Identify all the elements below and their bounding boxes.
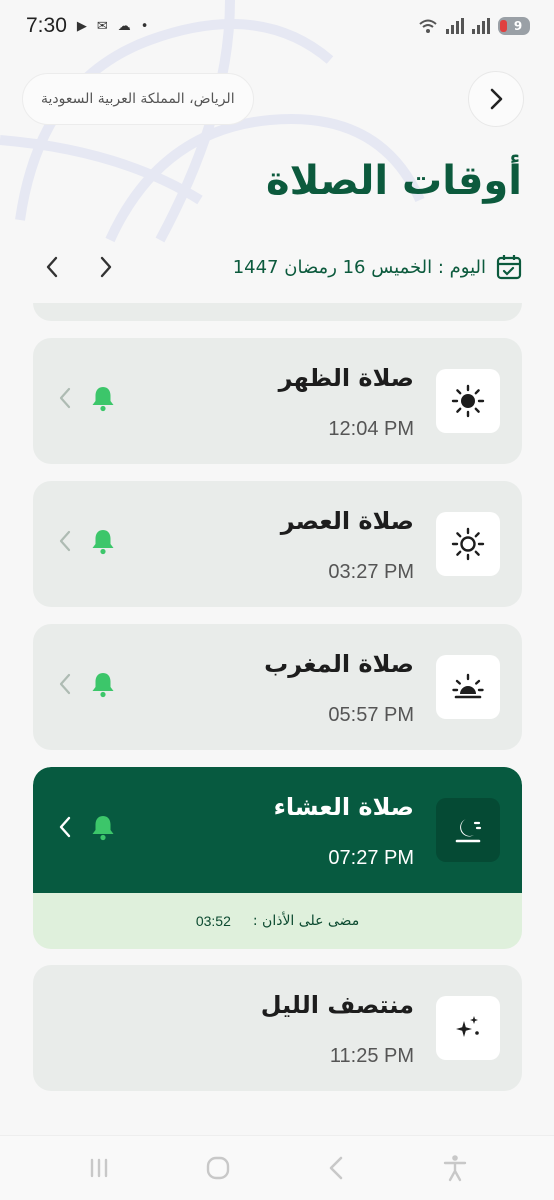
accessibility-button[interactable] [435,1148,475,1188]
signal-icon [472,18,490,34]
page-title: أوقات الصلاة [265,158,522,204]
dot-icon: • [140,18,149,34]
prayer-icon-box [436,512,500,576]
prayer-card-midnight[interactable]: منتصف الليل 11:25 PM [33,965,522,1091]
prayer-card-maghrib[interactable]: صلاة المغرب 05:57 PM [33,624,522,750]
home-icon [206,1156,229,1180]
chevron-left-icon[interactable] [59,530,71,552]
back-nav-button[interactable] [316,1148,356,1188]
mail-icon: ✉ [96,18,108,34]
previous-prayer-card[interactable] [33,303,522,321]
header: الرياض، المملكة العربية السعودية [22,71,524,127]
bell-icon[interactable] [89,384,117,412]
system-nav-bar [0,1135,554,1200]
chevron-right-icon [490,88,503,110]
chevron-left-icon [46,256,58,278]
battery-icon: 9 [498,17,530,35]
bell-icon[interactable] [89,670,117,698]
chevron-left-icon[interactable] [59,387,71,409]
prayer-icon-box [436,798,500,862]
battery-level: 9 [513,19,523,33]
elapsed-time-bar: مضى على الأذان : 03:52 [33,893,522,949]
sun-outline-icon [451,527,485,561]
weather-icon: ☁ [117,18,131,34]
date-text: اليوم : الخميس 16 رمضان 1447 [232,256,486,278]
chevron-left-icon[interactable] [59,816,71,838]
prayer-name: منتصف الليل [260,991,414,1019]
home-button[interactable] [198,1148,238,1188]
prayer-time: 11:25 PM [329,1045,414,1067]
prayer-icon-box [436,996,500,1060]
sun-icon [451,384,485,418]
recents-icon [91,1158,108,1178]
chevron-left-icon[interactable] [59,673,71,695]
play-icon: ▶ [76,18,87,34]
date-navigation [32,253,120,281]
status-bar: 7:30 ▶ ✉ ☁ • 9 [0,0,554,52]
wifi-icon [419,19,437,33]
sparkles-icon [456,1016,479,1037]
signal-icon [446,18,464,34]
chevron-right-icon [100,256,112,278]
moon-icon [455,819,482,843]
accessibility-icon [443,1155,466,1182]
prayer-icon-box [436,369,500,433]
prayer-card-isha[interactable]: صلاة العشاء 07:27 PM مضى على الأذان : 03… [33,767,522,949]
elapsed-label: مضى على الأذان : [252,913,360,929]
recents-button[interactable] [79,1148,119,1188]
prayer-name: صلاة العشاء [273,793,414,821]
back-button[interactable] [468,71,524,127]
prayer-name: صلاة الظهر [278,364,414,392]
date-row: اليوم : الخميس 16 رمضان 1447 [32,246,522,288]
status-time: 7:30 [26,14,67,37]
calendar-check-icon [496,255,522,280]
prayer-name: صلاة العصر [280,507,414,535]
location-text: الرياض، المملكة العربية السعودية [41,91,235,107]
prayer-list: صلاة الظهر 12:04 PM صلاة العصر 03:27 PM … [0,303,554,1133]
next-day-button[interactable] [92,253,120,281]
location-pill[interactable]: الرياض، المملكة العربية السعودية [22,73,254,125]
elapsed-value: 03:52 [195,913,231,929]
prayer-card-asr[interactable]: صلاة العصر 03:27 PM [33,481,522,607]
prayer-icon-box [436,655,500,719]
prayer-card-dhuhr[interactable]: صلاة الظهر 12:04 PM [33,338,522,464]
prayer-time: 03:27 PM [328,561,414,583]
sunset-icon [452,673,484,699]
prayer-name: صلاة المغرب [264,650,414,678]
bell-icon[interactable] [89,813,117,841]
date-info: اليوم : الخميس 16 رمضان 1447 [233,254,522,280]
prayer-time: 07:27 PM [328,847,414,869]
previous-day-button[interactable] [38,253,66,281]
prayer-time: 05:57 PM [328,704,414,726]
bell-icon[interactable] [89,527,117,555]
prayer-time: 12:04 PM [328,418,414,440]
back-icon [329,1156,343,1180]
